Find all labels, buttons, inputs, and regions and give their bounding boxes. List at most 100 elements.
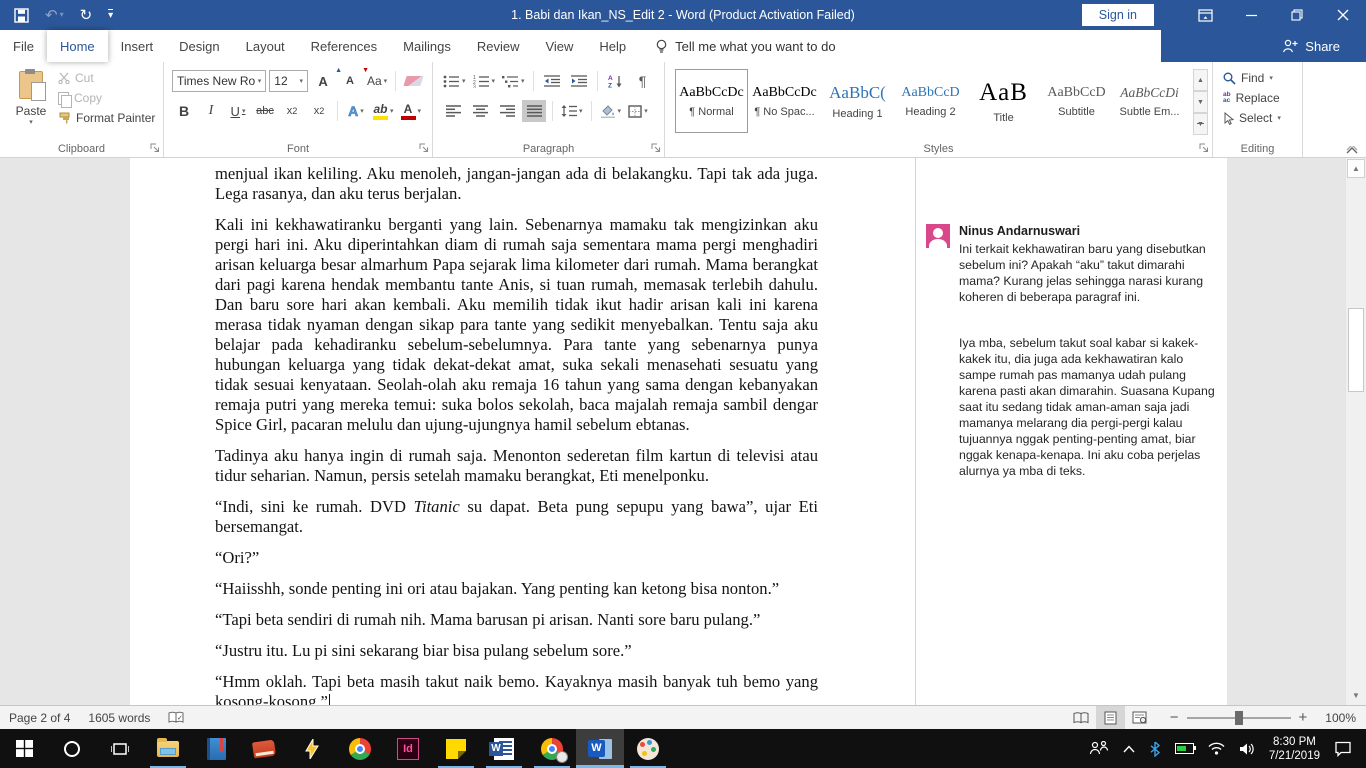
- action-center-icon[interactable]: [1327, 729, 1366, 768]
- customize-qat-icon[interactable]: ▾: [108, 9, 113, 21]
- font-size-combo[interactable]: 12▾: [269, 70, 308, 92]
- grow-font-button[interactable]: A▲: [311, 70, 335, 92]
- paragraph[interactable]: Kali ini kekhawatiranku berganti yang la…: [215, 215, 818, 435]
- page-indicator[interactable]: Page 2 of 4: [0, 706, 79, 729]
- style-no-spac[interactable]: AaBbCcDc¶ No Spac...: [748, 69, 821, 133]
- copy-button[interactable]: Copy: [58, 91, 155, 105]
- print-layout-button[interactable]: [1096, 706, 1125, 729]
- minimize-button[interactable]: [1228, 0, 1274, 30]
- undo-icon[interactable]: ↶▾: [45, 8, 64, 23]
- sign-in-button[interactable]: Sign in: [1082, 4, 1154, 26]
- indesign-icon[interactable]: Id: [384, 729, 432, 768]
- word-app-icon[interactable]: W: [480, 729, 528, 768]
- styles-scroll-down-icon[interactable]: ▼: [1193, 91, 1208, 113]
- zoom-level[interactable]: 100%: [1315, 711, 1366, 725]
- superscript-button[interactable]: x2: [307, 100, 331, 122]
- task-view-icon[interactable]: [96, 729, 144, 768]
- document-page[interactable]: menjual ikan keliling. Aku menoleh, jang…: [130, 158, 915, 705]
- comment-reply-text[interactable]: Iya mba, sebelum takut soal kabar si kak…: [959, 335, 1215, 479]
- shrink-font-button[interactable]: A▼: [338, 70, 362, 92]
- clear-formatting-button[interactable]: [402, 70, 426, 92]
- volume-icon[interactable]: [1232, 729, 1262, 768]
- numbering-button[interactable]: 123▾: [471, 70, 498, 92]
- browser-app-icon[interactable]: [528, 729, 576, 768]
- taskbar-clock[interactable]: 8:30 PM 7/21/2019: [1262, 729, 1327, 768]
- paint-app-icon[interactable]: [624, 729, 672, 768]
- text-effects-button[interactable]: A▾: [344, 100, 368, 122]
- tab-mailings[interactable]: Mailings: [390, 30, 464, 62]
- paragraph[interactable]: menjual ikan keliling. Aku menoleh, jang…: [215, 164, 818, 204]
- paragraph-dialog-launcher[interactable]: [651, 143, 661, 153]
- battery-icon[interactable]: [1168, 729, 1201, 768]
- winamp-icon[interactable]: [288, 729, 336, 768]
- word-count[interactable]: 1605 words: [79, 706, 159, 729]
- tab-layout[interactable]: Layout: [233, 30, 298, 62]
- comment-text[interactable]: Ini terkait kekhawatiran baru yang diseb…: [959, 241, 1217, 305]
- start-button[interactable]: [0, 729, 48, 768]
- vertical-scrollbar[interactable]: ▲ ▼: [1345, 158, 1366, 705]
- sort-button[interactable]: AZ: [604, 70, 628, 92]
- bluetooth-icon[interactable]: [1142, 729, 1168, 768]
- font-color-button[interactable]: A▾: [399, 100, 424, 122]
- style-heading-2[interactable]: AaBbCcDHeading 2: [894, 69, 967, 133]
- strikethrough-button[interactable]: abc: [253, 100, 277, 122]
- tab-view[interactable]: View: [532, 30, 586, 62]
- style-normal[interactable]: AaBbCcDc¶ Normal: [675, 69, 748, 133]
- sticky-notes-icon[interactable]: [432, 729, 480, 768]
- style-subtitle[interactable]: AaBbCcDSubtitle: [1040, 69, 1113, 133]
- clipboard-dialog-launcher[interactable]: [150, 143, 160, 153]
- scrollbar-thumb[interactable]: [1348, 308, 1364, 392]
- select-button[interactable]: Select▾: [1223, 111, 1281, 125]
- people-icon[interactable]: [1082, 729, 1116, 768]
- paragraph[interactable]: Tadinya aku hanya ingin di rumah saja. M…: [215, 446, 818, 486]
- underline-button[interactable]: U▾: [226, 100, 250, 122]
- style-heading-1[interactable]: AaBbC(Heading 1: [821, 69, 894, 133]
- paragraph[interactable]: “Haiisshh, sonde penting ini ori atau ba…: [215, 579, 818, 599]
- multilevel-list-button[interactable]: ▾: [500, 70, 527, 92]
- decrease-indent-button[interactable]: [540, 70, 564, 92]
- italic-button[interactable]: I: [199, 100, 223, 122]
- show-hidden-icons-chevron[interactable]: [1116, 729, 1142, 768]
- blue-book-app-icon[interactable]: [192, 729, 240, 768]
- zoom-slider-thumb[interactable]: [1235, 711, 1243, 725]
- bold-button[interactable]: B: [172, 100, 196, 122]
- tab-references[interactable]: References: [298, 30, 390, 62]
- web-layout-button[interactable]: [1125, 706, 1154, 729]
- tab-insert[interactable]: Insert: [108, 30, 167, 62]
- red-book-app-icon[interactable]: [240, 729, 288, 768]
- comment-card[interactable]: Ninus Andarnuswari Ini terkait kekhawati…: [926, 224, 1217, 305]
- restore-button[interactable]: [1274, 0, 1320, 30]
- find-button[interactable]: Find▾: [1223, 71, 1281, 85]
- ribbon-display-options-icon[interactable]: [1182, 0, 1228, 30]
- align-center-button[interactable]: [468, 100, 492, 122]
- styles-scroll-up-icon[interactable]: ▲: [1193, 69, 1208, 91]
- paragraph[interactable]: “Ori?”: [215, 548, 818, 568]
- paragraph[interactable]: “Justru itu. Lu pi sini sekarang biar bi…: [215, 641, 818, 661]
- justify-button[interactable]: [522, 100, 546, 122]
- read-mode-button[interactable]: [1067, 706, 1096, 729]
- show-formatting-marks-button[interactable]: ¶: [631, 70, 655, 92]
- proofing-status-icon[interactable]: ✓: [159, 706, 193, 729]
- zoom-in-icon[interactable]: +: [1299, 710, 1308, 725]
- tab-home[interactable]: Home: [47, 30, 108, 62]
- font-dialog-launcher[interactable]: [419, 143, 429, 153]
- align-left-button[interactable]: [441, 100, 465, 122]
- wifi-icon[interactable]: [1201, 729, 1232, 768]
- paragraph[interactable]: “Indi, sini ke rumah. DVD Titanic su dap…: [215, 497, 818, 537]
- redo-icon[interactable]: ↻: [80, 8, 93, 23]
- align-right-button[interactable]: [495, 100, 519, 122]
- tab-review[interactable]: Review: [464, 30, 533, 62]
- collapse-ribbon-icon[interactable]: [1346, 146, 1358, 154]
- font-family-combo[interactable]: Times New Ro▾: [172, 70, 266, 92]
- word-active-app-icon[interactable]: W: [576, 729, 624, 768]
- cut-button[interactable]: Cut: [58, 71, 155, 85]
- subscript-button[interactable]: x2: [280, 100, 304, 122]
- shading-button[interactable]: ▾: [598, 100, 624, 122]
- cortana-icon[interactable]: [48, 729, 96, 768]
- scroll-down-icon[interactable]: ▼: [1347, 687, 1365, 704]
- style-title[interactable]: AaBTitle: [967, 69, 1040, 133]
- save-icon[interactable]: [14, 8, 29, 23]
- file-explorer-icon[interactable]: [144, 729, 192, 768]
- share-button[interactable]: Share: [1161, 30, 1366, 62]
- paste-button[interactable]: Paste ▾: [8, 69, 54, 141]
